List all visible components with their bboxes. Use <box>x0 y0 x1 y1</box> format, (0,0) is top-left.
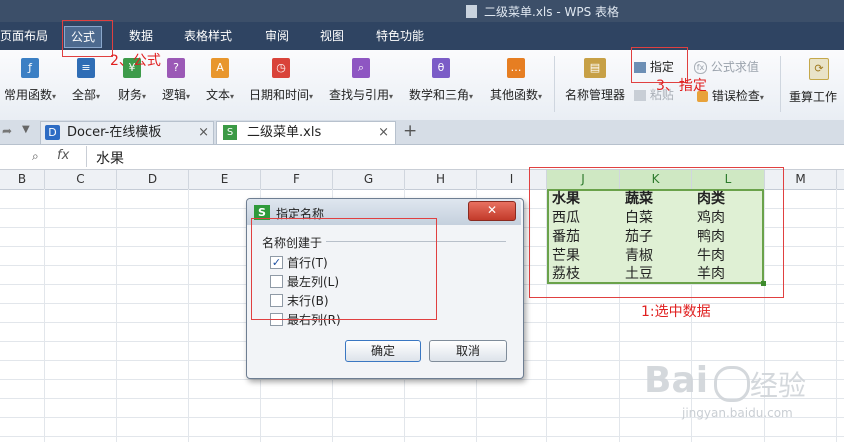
column-header[interactable]: B <box>0 170 45 189</box>
new-tab-button[interactable]: + <box>403 121 417 141</box>
common-functions-button[interactable]: ƒ 常用函数▾ <box>2 58 58 103</box>
datetime-button[interactable]: ◷ 日期和时间▾ <box>246 58 316 103</box>
formula-divider <box>86 146 87 167</box>
docer-icon: D <box>45 125 60 140</box>
ribbon-separator-2 <box>780 56 781 112</box>
math-icon: θ <box>432 58 450 78</box>
annotation-step2: 2、公式 <box>110 53 161 69</box>
recalc-label: 重算工作 <box>789 90 838 104</box>
common-functions-label: 常用函数 <box>3 88 52 102</box>
zoom-search-icon[interactable]: ⌕ <box>32 149 39 164</box>
watermark-brand: Bai <box>644 360 709 401</box>
annotation-box-data <box>529 167 784 298</box>
annotation-step1: 1:选中数据 <box>641 304 711 320</box>
text-icon: A <box>211 58 229 78</box>
formula-eval-label: 公式求值 <box>710 60 759 74</box>
error-check-label: 错误检查 <box>711 89 760 103</box>
function-icon: ƒ <box>21 58 39 78</box>
docer-tab-label: Docer-在线模板 <box>67 125 162 140</box>
tab-data[interactable]: 数据 <box>123 26 159 46</box>
all-functions-label: 全部 <box>71 88 96 102</box>
tab-table-style[interactable]: 表格样式 <box>178 26 238 46</box>
close-icon[interactable]: × <box>378 122 389 144</box>
column-header[interactable]: C <box>45 170 117 189</box>
watermark-url: jingyan.baidu.com <box>682 406 793 420</box>
text-functions-label: 文本 <box>205 88 230 102</box>
formula-eval-button[interactable]: fx 公式求值 <box>694 58 759 75</box>
math-button[interactable]: θ 数学和三角▾ <box>405 58 477 103</box>
datetime-label: 日期和时间 <box>248 88 309 102</box>
logic-button[interactable]: ? 逻辑▾ <box>156 58 196 103</box>
finance-label: 财务 <box>117 88 142 102</box>
recalc-button[interactable]: ⟳ 重算工作 <box>789 58 844 105</box>
fx-icon[interactable]: fx <box>57 148 69 163</box>
column-header[interactable]: G <box>333 170 405 189</box>
dialog-close-button[interactable]: ✕ <box>468 201 516 221</box>
window-title: 二级菜单.xls - WPS 表格 <box>484 5 619 19</box>
spreadsheet-icon: S <box>223 125 237 140</box>
title-bar <box>0 0 844 22</box>
cancel-button[interactable]: 取消 <box>429 340 507 362</box>
name-manager-icon: ▤ <box>584 58 606 78</box>
column-header[interactable]: D <box>117 170 189 189</box>
file-icon <box>466 5 477 18</box>
tab-docer-templates[interactable]: D Docer-在线模板 × <box>40 121 214 144</box>
error-check-button[interactable]: 错误检查▾ <box>697 87 764 104</box>
datetime-icon: ◷ <box>272 58 290 78</box>
logic-icon: ? <box>167 58 185 78</box>
close-icon[interactable]: × <box>198 122 209 144</box>
name-manager-button[interactable]: ▤ 名称管理器 <box>563 58 627 103</box>
lookup-icon: ⌕ <box>352 58 370 78</box>
tab-special-features[interactable]: 特色功能 <box>370 26 430 46</box>
more-functions-button[interactable]: … 其他函数▾ <box>485 58 547 103</box>
column-header[interactable]: E <box>189 170 261 189</box>
all-functions-button[interactable]: ≡ 全部▾ <box>68 58 104 103</box>
text-functions-button[interactable]: A 文本▾ <box>200 58 240 103</box>
tab-current-workbook[interactable]: S 二级菜单.xls × <box>216 121 396 144</box>
grid-line <box>0 436 844 437</box>
ribbon-separator <box>554 56 555 112</box>
more-functions-icon: … <box>507 58 525 78</box>
annotation-box-formula-tab <box>62 20 113 57</box>
ok-button[interactable]: 确定 <box>345 340 421 362</box>
logic-label: 逻辑 <box>161 88 186 102</box>
paw-icon <box>714 366 750 402</box>
baidu-watermark: Bai 经验 jingyan.baidu.com <box>640 360 840 430</box>
math-label: 数学和三角 <box>408 88 469 102</box>
column-header[interactable]: H <box>405 170 477 189</box>
more-functions-label: 其他函数 <box>489 88 538 102</box>
watermark-brand-2: 经验 <box>750 369 807 402</box>
annotation-box-dialog-options <box>251 218 437 320</box>
back-arrow-icon[interactable]: ➦ <box>2 124 12 138</box>
annotation-step3: 3、指定 <box>656 78 707 94</box>
lookup-label: 查找与引用 <box>328 88 389 102</box>
lookup-button[interactable]: ⌕ 查找与引用▾ <box>325 58 397 103</box>
tab-page-layout[interactable]: 页面布局 <box>0 26 54 46</box>
all-functions-icon: ≡ <box>77 58 95 78</box>
recalc-icon: ⟳ <box>809 58 829 80</box>
column-header[interactable]: F <box>261 170 333 189</box>
workbook-tab-label: 二级菜单.xls <box>247 125 322 140</box>
tab-review[interactable]: 审阅 <box>259 26 295 46</box>
tab-view[interactable]: 视图 <box>314 26 350 46</box>
paste-icon <box>634 90 646 101</box>
name-manager-label: 名称管理器 <box>564 88 625 102</box>
formula-input[interactable]: 水果 <box>96 148 124 168</box>
tab-list-dropdown-icon[interactable]: ▼ <box>22 124 30 135</box>
formula-eval-icon: fx <box>694 61 707 74</box>
